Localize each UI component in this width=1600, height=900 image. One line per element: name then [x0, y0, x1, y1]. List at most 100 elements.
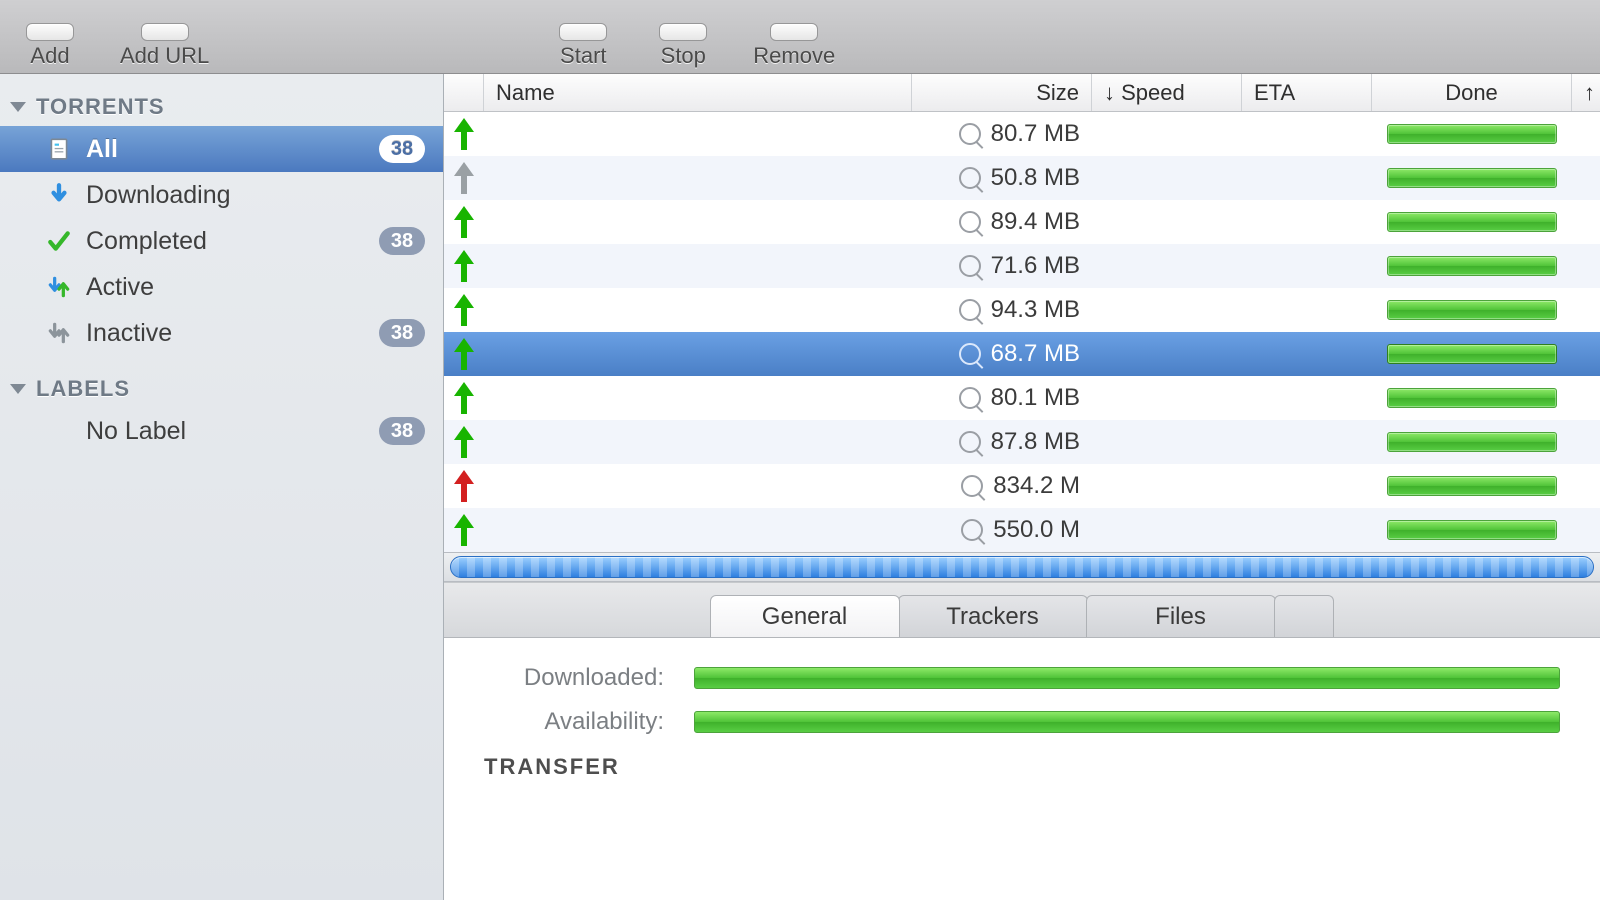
size-value: 834.2 M: [993, 472, 1080, 500]
sidebar-item-label: No Label: [86, 417, 365, 446]
tail-cell: [1572, 244, 1600, 288]
upload-arrow-icon: [454, 426, 474, 458]
tab-general[interactable]: General: [710, 595, 900, 637]
speed-cell: [1092, 508, 1242, 552]
stop-button[interactable]: Stop: [653, 23, 713, 69]
sidebar-section-title: TORRENTS: [36, 94, 165, 120]
speed-cell: [1092, 244, 1242, 288]
column-speed[interactable]: ↓ Speed: [1092, 74, 1242, 111]
availability-bar: [694, 711, 1560, 733]
magnifier-icon[interactable]: [961, 519, 983, 541]
table-row[interactable]: 89.4 MB: [444, 200, 1600, 244]
column-tail[interactable]: ↑: [1572, 74, 1600, 111]
remove-button[interactable]: Remove: [753, 23, 835, 69]
check-icon: [46, 228, 72, 254]
transfer-section-label: TRANSFER: [484, 754, 1560, 780]
tab-more[interactable]: [1274, 595, 1334, 637]
column-name[interactable]: Name: [484, 74, 912, 111]
magnifier-icon[interactable]: [959, 387, 981, 409]
done-cell: [1372, 464, 1572, 508]
progress-bar: [1387, 344, 1557, 364]
start-label: Start: [560, 43, 606, 69]
column-eta[interactable]: ETA: [1242, 74, 1372, 111]
add-icon: [26, 23, 74, 41]
table-row[interactable]: 71.6 MB: [444, 244, 1600, 288]
table-header: Name Size ↓ Speed ETA Done ↑: [444, 74, 1600, 112]
globe-icon: [141, 23, 189, 41]
sidebar: TORRENTS All38DownloadingCompleted38Activ…: [0, 74, 444, 900]
tab-files[interactable]: Files: [1086, 595, 1276, 637]
magnifier-icon[interactable]: [959, 299, 981, 321]
horizontal-scrollbar[interactable]: [444, 552, 1600, 582]
name-cell: [484, 376, 912, 420]
table-row[interactable]: 80.7 MB: [444, 112, 1600, 156]
progress-bar: [1387, 124, 1557, 144]
done-cell: [1372, 112, 1572, 156]
sidebar-item-label: Inactive: [86, 319, 365, 348]
progress-bar: [1387, 432, 1557, 452]
column-size[interactable]: Size: [912, 74, 1092, 111]
table-row[interactable]: 80.1 MB: [444, 376, 1600, 420]
magnifier-icon[interactable]: [959, 167, 981, 189]
name-cell: [484, 508, 912, 552]
sidebar-item-all[interactable]: All38: [0, 126, 443, 172]
scrollbar-thumb[interactable]: [450, 556, 1594, 578]
play-icon: [559, 23, 607, 41]
upload-arrow-icon: [454, 118, 474, 150]
sidebar-section-header[interactable]: TORRENTS: [0, 88, 443, 126]
status-cell: [444, 244, 484, 288]
size-value: 87.8 MB: [991, 428, 1080, 456]
sidebar-item-active[interactable]: Active: [0, 264, 443, 310]
status-cell: [444, 420, 484, 464]
eta-cell: [1242, 200, 1372, 244]
size-cell: 87.8 MB: [912, 420, 1092, 464]
dl-icon: [46, 182, 72, 208]
sidebar-item-completed[interactable]: Completed38: [0, 218, 443, 264]
table-row[interactable]: 94.3 MB: [444, 288, 1600, 332]
table-row[interactable]: 834.2 M: [444, 464, 1600, 508]
magnifier-icon[interactable]: [959, 343, 981, 365]
size-cell: 50.8 MB: [912, 156, 1092, 200]
start-button[interactable]: Start: [553, 23, 613, 69]
table-row[interactable]: 50.8 MB: [444, 156, 1600, 200]
name-cell: [484, 332, 912, 376]
column-done[interactable]: Done: [1372, 74, 1572, 111]
size-value: 80.1 MB: [991, 384, 1080, 412]
downloaded-label: Downloaded:: [484, 664, 664, 692]
sidebar-item-downloading[interactable]: Downloading: [0, 172, 443, 218]
table-row[interactable]: 68.7 MB: [444, 332, 1600, 376]
table-row[interactable]: 550.0 M: [444, 508, 1600, 552]
sidebar-item-inactive[interactable]: Inactive 38: [0, 310, 443, 356]
table-row[interactable]: 87.8 MB: [444, 420, 1600, 464]
add-button[interactable]: Add: [20, 23, 80, 69]
speed-cell: [1092, 112, 1242, 156]
done-cell: [1372, 244, 1572, 288]
magnifier-icon[interactable]: [959, 255, 981, 277]
stop-icon: [659, 23, 707, 41]
column-status[interactable]: [444, 74, 484, 111]
sidebar-section-header[interactable]: LABELS: [0, 370, 443, 408]
eta-cell: [1242, 332, 1372, 376]
add-url-button[interactable]: Add URL: [120, 23, 209, 69]
tab-trackers[interactable]: Trackers: [898, 595, 1088, 637]
size-cell: 80.1 MB: [912, 376, 1092, 420]
sidebar-section-title: LABELS: [36, 376, 130, 402]
upload-arrow-icon: [454, 338, 474, 370]
sidebar-item-badge: 38: [379, 319, 425, 347]
name-cell: [484, 464, 912, 508]
size-cell: 94.3 MB: [912, 288, 1092, 332]
magnifier-icon[interactable]: [959, 431, 981, 453]
name-cell: [484, 420, 912, 464]
tail-cell: [1572, 332, 1600, 376]
size-value: 71.6 MB: [991, 252, 1080, 280]
sidebar-item-no-label[interactable]: No Label38: [0, 408, 443, 454]
done-cell: [1372, 156, 1572, 200]
done-cell: [1372, 288, 1572, 332]
magnifier-icon[interactable]: [959, 123, 981, 145]
done-cell: [1372, 420, 1572, 464]
speed-cell: [1092, 200, 1242, 244]
magnifier-icon[interactable]: [961, 475, 983, 497]
status-cell: [444, 112, 484, 156]
magnifier-icon[interactable]: [959, 211, 981, 233]
tail-cell: [1572, 464, 1600, 508]
